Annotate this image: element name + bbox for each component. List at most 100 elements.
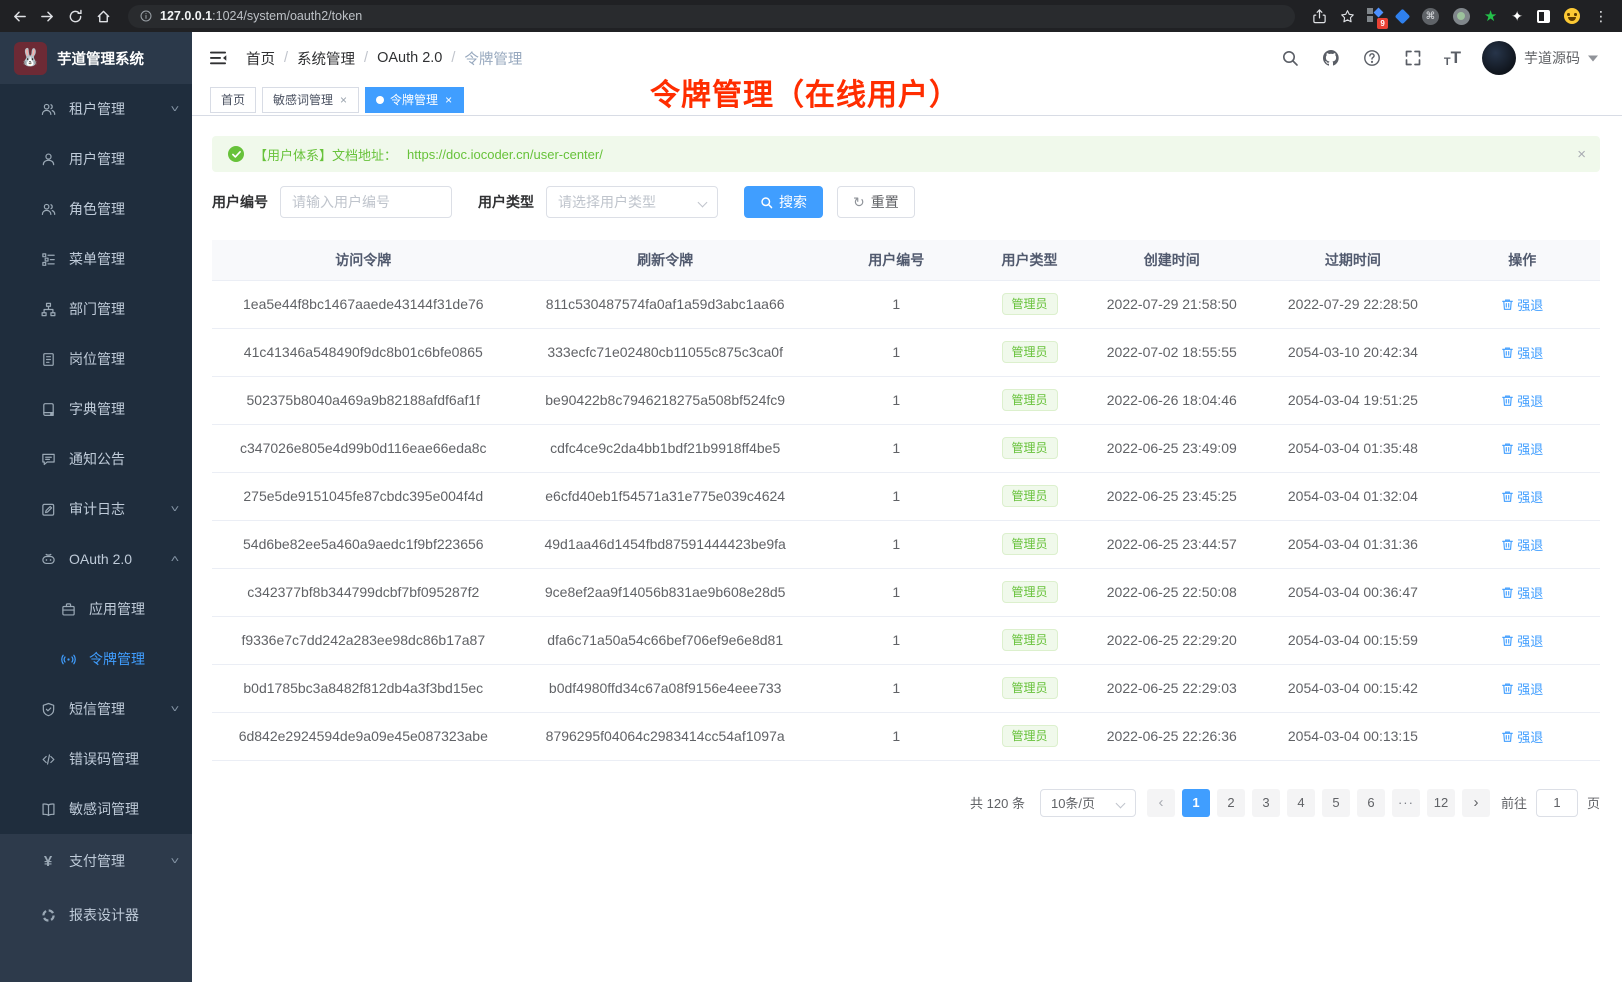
share-icon[interactable] (1311, 7, 1329, 25)
browser-back-icon[interactable] (10, 7, 28, 25)
expired-at-cell: 2054-03-04 01:35:48 (1261, 424, 1444, 472)
force-logout-button[interactable]: 强退 (1501, 439, 1543, 458)
user-type-badge: 管理员 (1002, 341, 1058, 363)
goto-page-input[interactable] (1536, 789, 1578, 817)
page-size-select[interactable]: 10条/页 (1040, 789, 1136, 817)
force-logout-button[interactable]: 强退 (1501, 727, 1543, 746)
sidebar-item-部门管理[interactable]: 部门管理 (0, 284, 192, 334)
force-logout-button[interactable]: 强退 (1501, 679, 1543, 698)
force-logout-button[interactable]: 强退 (1501, 343, 1543, 362)
search-icon[interactable] (1280, 48, 1300, 68)
page-button-3[interactable]: 3 (1252, 789, 1280, 817)
sidebar-item-应用管理[interactable]: 应用管理 (0, 584, 192, 634)
hamburger-icon[interactable] (208, 48, 228, 68)
sidebar-item-租户管理[interactable]: 租户管理˅ (0, 84, 192, 134)
sidebar-item-岗位管理[interactable]: 岗位管理 (0, 334, 192, 384)
page-button-12[interactable]: 12 (1427, 789, 1455, 817)
site-info-icon[interactable] (140, 10, 152, 22)
extension-grid-icon[interactable]: 9 (1367, 8, 1383, 24)
refresh-token-cell: cdfc4ce9c2da4bb1bdf21b9918ff4be5 (515, 424, 816, 472)
sidebar-item-审计日志[interactable]: 审计日志˅ (0, 484, 192, 534)
tab-令牌管理[interactable]: 令牌管理× (365, 87, 464, 113)
sidebar-item-label: 报表设计器 (69, 905, 139, 925)
expired-at-cell: 2054-03-04 19:51:25 (1261, 376, 1444, 424)
tab-close-icon[interactable]: × (444, 94, 453, 106)
sidebar-item-OAuth 2.0[interactable]: OAuth 2.0˄ (0, 534, 192, 584)
green-star-extension-icon[interactable]: ★ (1484, 9, 1497, 24)
sidebar-item-通知公告[interactable]: 通知公告 (0, 434, 192, 484)
browser-forward-icon[interactable] (38, 7, 56, 25)
search-button[interactable]: 搜索 (744, 186, 823, 218)
help-icon[interactable] (1362, 48, 1382, 68)
page-button-5[interactable]: 5 (1322, 789, 1350, 817)
breadcrumb-home[interactable]: 首页 (246, 48, 275, 69)
sidebar-item-字典管理[interactable]: 字典管理 (0, 384, 192, 434)
user-type-badge: 管理员 (1002, 533, 1058, 555)
app-logo[interactable]: 🐰 芋道管理系统 (0, 32, 192, 84)
next-page-button[interactable]: › (1462, 789, 1490, 817)
alert-doc-link[interactable]: https://doc.iocoder.cn/user-center/ (407, 147, 603, 162)
expired-at-cell: 2054-03-04 01:31:36 (1261, 520, 1444, 568)
tab-敏感词管理[interactable]: 敏感词管理× (262, 87, 359, 113)
font-size-icon[interactable]: TT (1444, 48, 1461, 68)
action-cell: 强退 (1445, 328, 1601, 376)
user-type-cell: 管理员 (977, 568, 1082, 616)
user-type-select[interactable]: 请选择用户类型 (546, 186, 718, 218)
page-button-4[interactable]: 4 (1287, 789, 1315, 817)
force-logout-button[interactable]: 强退 (1501, 487, 1543, 506)
page-ellipsis[interactable]: ··· (1392, 789, 1420, 817)
sidebar-panel-icon[interactable] (1537, 10, 1550, 23)
tab-首页[interactable]: 首页 (210, 87, 256, 113)
doc-alert: 【用户体系】文档地址： https://doc.iocoder.cn/user-… (212, 136, 1600, 172)
page-button-2[interactable]: 2 (1217, 789, 1245, 817)
bookmark-star-icon[interactable] (1339, 7, 1357, 25)
tab-close-icon[interactable]: × (339, 94, 348, 106)
user-id-label: 用户编号 (212, 192, 268, 212)
sidebar-item-报表设计器[interactable]: 报表设计器 (0, 888, 192, 942)
expired-at-cell: 2022-07-29 22:28:50 (1261, 280, 1444, 328)
prev-page-button[interactable]: ‹ (1147, 789, 1175, 817)
sidebar-item-支付管理[interactable]: ¥支付管理˅ (0, 834, 192, 888)
emoji-profile-icon[interactable] (1564, 8, 1580, 24)
browser-refresh-icon[interactable] (66, 7, 84, 25)
page-button-6[interactable]: 6 (1357, 789, 1385, 817)
white-star-extension-icon[interactable]: ✦ (1511, 9, 1523, 23)
sidebar-item-短信管理[interactable]: 短信管理˅ (0, 684, 192, 734)
sidebar-item-菜单管理[interactable]: 菜单管理 (0, 234, 192, 284)
sidebar-item-label: 错误码管理 (69, 749, 139, 769)
alert-close-icon[interactable]: × (1577, 146, 1586, 163)
force-logout-button[interactable]: 强退 (1501, 295, 1543, 314)
fullscreen-icon[interactable] (1403, 48, 1423, 68)
access-token-cell: c342377bf8b344799dcbf7bf095287f2 (212, 568, 515, 616)
page-button-1[interactable]: 1 (1182, 789, 1210, 817)
address-bar[interactable]: 127.0.0.1:1024/system/oauth2/token (128, 5, 1295, 28)
command-extension-icon[interactable]: ⌘ (1422, 8, 1439, 25)
user-id-cell: 1 (816, 472, 977, 520)
force-logout-button[interactable]: 强退 (1501, 631, 1543, 650)
sidebar-item-错误码管理[interactable]: 错误码管理 (0, 734, 192, 784)
sidebar-item-用户管理[interactable]: 用户管理 (0, 134, 192, 184)
force-logout-button[interactable]: 强退 (1501, 391, 1543, 410)
column-header-用户类型: 用户类型 (977, 240, 1082, 280)
browser-menu-icon[interactable]: ⋮ (1594, 8, 1608, 25)
sidebar-item-角色管理[interactable]: 角色管理 (0, 184, 192, 234)
sidebar-item-令牌管理[interactable]: 令牌管理 (0, 634, 192, 684)
reset-button[interactable]: ↻ 重置 (837, 186, 915, 218)
github-icon[interactable] (1321, 48, 1341, 68)
user-id-cell: 1 (816, 328, 977, 376)
browser-chrome: 127.0.0.1:1024/system/oauth2/token 9 ⌘ ★… (0, 0, 1622, 32)
user-id-input[interactable] (280, 186, 452, 218)
gem-extension-icon[interactable] (1395, 8, 1411, 24)
force-logout-button[interactable]: 强退 (1501, 583, 1543, 602)
breadcrumb-oauth[interactable]: OAuth 2.0 (377, 50, 442, 66)
browser-home-icon[interactable] (94, 7, 112, 25)
sidebar-item-label: OAuth 2.0 (69, 551, 132, 567)
user-menu[interactable]: 芋道源码 (1482, 41, 1598, 75)
breadcrumb-system[interactable]: 系统管理 (297, 48, 355, 69)
sidebar-item-敏感词管理[interactable]: 敏感词管理 (0, 784, 192, 834)
created-at-cell: 2022-06-25 22:29:20 (1082, 616, 1261, 664)
dot-extension-icon[interactable] (1453, 8, 1470, 25)
force-logout-button[interactable]: 强退 (1501, 535, 1543, 554)
action-cell: 强退 (1445, 376, 1601, 424)
created-at-cell: 2022-06-25 22:50:08 (1082, 568, 1261, 616)
